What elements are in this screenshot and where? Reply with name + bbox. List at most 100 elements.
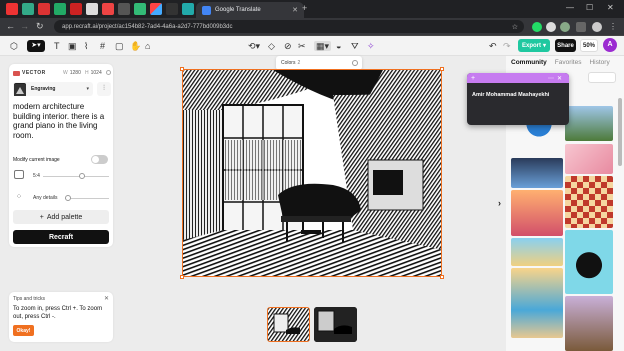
filter-dropdown[interactable] [588,72,616,83]
extension-puzzle-icon[interactable] [576,22,586,32]
info-icon[interactable] [106,70,111,75]
share-button[interactable]: Share [555,39,576,52]
profile-icon[interactable] [592,22,602,32]
width-field[interactable]: W 1280 [63,70,81,76]
extension-icon[interactable] [532,22,542,32]
favicon-icon[interactable] [166,3,178,15]
gallery-image[interactable] [511,158,563,188]
variation-thumbnail[interactable] [314,307,357,342]
favicon-icon[interactable] [86,3,98,15]
note-titlebar[interactable]: + ⋯✕ [467,73,569,83]
details-label: Any details [33,195,58,201]
resize-handle[interactable] [180,67,184,71]
favicon-icon[interactable] [150,3,162,15]
eraser-icon[interactable]: ◇ [268,41,275,51]
gallery-image[interactable] [565,106,613,141]
details-slider-track[interactable] [65,198,109,199]
favicon-icon[interactable] [6,3,18,15]
undo-icon[interactable]: ↶ [489,41,497,51]
active-tab[interactable]: Google Translate ✕ [196,2,304,18]
text-tool-icon[interactable]: T [54,41,60,51]
favicon-icon[interactable] [70,3,82,15]
attach-tool-icon[interactable]: ⌇ [84,41,88,51]
magic-icon[interactable]: ✧ [367,41,375,51]
okay-button[interactable]: Okay! [13,325,34,336]
gallery-scrollbar[interactable] [618,98,622,166]
favicon-icon[interactable] [54,3,66,15]
style-settings-icon[interactable]: ⫶ [97,82,111,96]
lasso-icon[interactable]: ⟲▾ [248,41,260,51]
paint-icon[interactable]: ◒ [336,41,341,51]
back-icon[interactable]: ← [6,21,15,31]
resize-handle[interactable] [440,67,444,71]
favicon-icon[interactable] [102,3,114,15]
minimize-icon[interactable]: — [566,3,574,12]
favicon-icon[interactable] [118,3,130,15]
vectorize-icon[interactable]: ⛛ [351,41,359,51]
floating-note-window[interactable]: + ⋯✕ Amir Mohammad Mashayekhi [467,73,569,125]
prompt-input[interactable]: modern architecture building interior. t… [13,102,111,140]
active-tab-title: Google Translate [215,7,261,13]
generated-image[interactable] [182,69,442,277]
new-tab-icon[interactable]: + [302,3,307,13]
favicon-icon[interactable] [22,3,34,15]
collapse-panel-icon[interactable]: › [498,198,501,208]
colors-label: Colors [281,60,296,66]
redo-icon[interactable]: ↷ [503,41,511,51]
details-slider-knob[interactable] [65,195,71,201]
bookmark-star-icon[interactable]: ☆ [512,23,518,31]
height-field[interactable]: H 1024 [85,70,102,76]
cursor-tool-button[interactable]: ➤▾ [27,40,45,52]
plus-icon[interactable]: + [471,75,475,82]
gallery-image[interactable] [511,238,563,266]
favicon-icon[interactable] [38,3,50,15]
gallery-image[interactable] [511,190,563,236]
gallery-image[interactable] [565,296,613,351]
note-controls-icon[interactable]: ⋯✕ [548,75,565,82]
variation-thumbnail[interactable] [267,307,310,342]
tab-favorites[interactable]: Favorites [555,59,582,66]
gallery-image[interactable] [565,144,613,174]
aspect-slider-track[interactable] [43,176,109,177]
avatar[interactable]: A [603,38,617,52]
favicon-icon[interactable] [134,3,146,15]
favicon-icon[interactable] [182,3,194,15]
frame-tool-icon[interactable]: # [100,41,105,51]
aspect-ratio-icon [14,170,24,179]
image-tool-icon[interactable]: ▣ [68,41,77,51]
maximize-icon[interactable]: ☐ [586,3,593,12]
gallery-image[interactable] [511,268,563,338]
tab-history[interactable]: History [589,59,609,66]
zoom-level[interactable]: 50% [580,39,598,52]
close-window-icon[interactable]: ✕ [607,3,614,12]
gallery-image[interactable] [565,230,613,294]
section-title-text: VECTOR [22,70,46,76]
mockup-tool-icon[interactable]: ⌂ [145,41,150,51]
recraft-button[interactable]: Recraft [13,230,109,244]
close-tab-icon[interactable]: ✕ [292,6,298,14]
style-selector[interactable]: Engraving ▾ [13,82,93,96]
resize-handle[interactable] [440,275,444,279]
shape-tool-icon[interactable]: ▢ [115,41,124,51]
forward-icon[interactable]: → [20,21,29,31]
extension-icon[interactable] [560,22,570,32]
url-field[interactable]: app.recraft.ai/project/ac154b82-7ad4-4a6… [54,20,524,33]
aspect-slider-knob[interactable] [79,173,85,179]
modify-toggle[interactable] [91,155,108,164]
extension-icon[interactable] [546,22,556,32]
colors-icon[interactable]: ▦▾ [314,41,332,51]
color-picker-icon[interactable] [352,60,358,66]
colors-count: 2 [297,60,301,66]
reload-icon[interactable]: ↻ [36,21,44,32]
menu-dots-icon[interactable]: ⋮ [608,22,618,32]
resize-handle[interactable] [180,275,184,279]
hand-tool-icon[interactable]: ✋ [130,41,141,51]
add-palette-button[interactable]: + Add palette [13,210,109,224]
tab-community[interactable]: Community [511,59,547,66]
scissors-icon[interactable]: ✂ [298,41,306,51]
erase-region-icon[interactable]: ⊘ [284,41,292,51]
gallery-image[interactable] [565,176,613,228]
close-icon[interactable]: ✕ [104,295,109,302]
export-button[interactable]: Export ▾ [518,39,550,52]
recraft-logo-icon[interactable]: ⬡ [10,41,18,51]
